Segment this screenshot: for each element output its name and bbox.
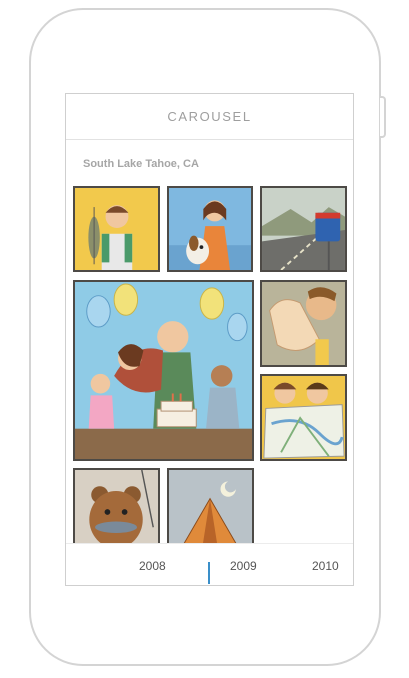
kids-with-map-illustration [262,376,345,459]
album-location: South Lake Tahoe, CA [83,158,199,170]
bear-with-fish-illustration [75,470,158,553]
camping-tent-illustration [169,470,252,553]
photo-tile-road-trip[interactable] [260,186,347,272]
woman-with-dog-illustration [169,188,251,270]
year-2010[interactable]: 2010 [312,559,339,573]
waving-hand-illustration [262,282,345,365]
year-timeline[interactable]: 2008 2009 2010 [66,543,353,585]
year-2008[interactable]: 2008 [139,559,166,573]
fishing-illustration [75,188,158,270]
photo-tile-fishing[interactable] [73,186,160,272]
photo-tile-bear-with-fish[interactable] [73,468,160,555]
app-header: CAROUSEL [66,94,353,140]
photo-tile-waving-hand[interactable] [260,280,347,367]
app-screen: CAROUSEL South Lake Tahoe, CA 2008 2009 … [65,93,354,586]
highway-illustration [262,188,345,270]
timeline-position-marker[interactable] [208,562,210,584]
photo-tile-woman-with-dog[interactable] [167,186,253,272]
year-2009[interactable]: 2009 [230,559,257,573]
phone-side-button [380,96,386,138]
photo-tile-kids-with-map[interactable] [260,374,347,461]
photo-tile-camping-tent[interactable] [167,468,254,555]
birthday-party-illustration [75,282,252,459]
photo-tile-birthday-party[interactable] [73,280,254,461]
app-title: CAROUSEL [167,109,252,124]
